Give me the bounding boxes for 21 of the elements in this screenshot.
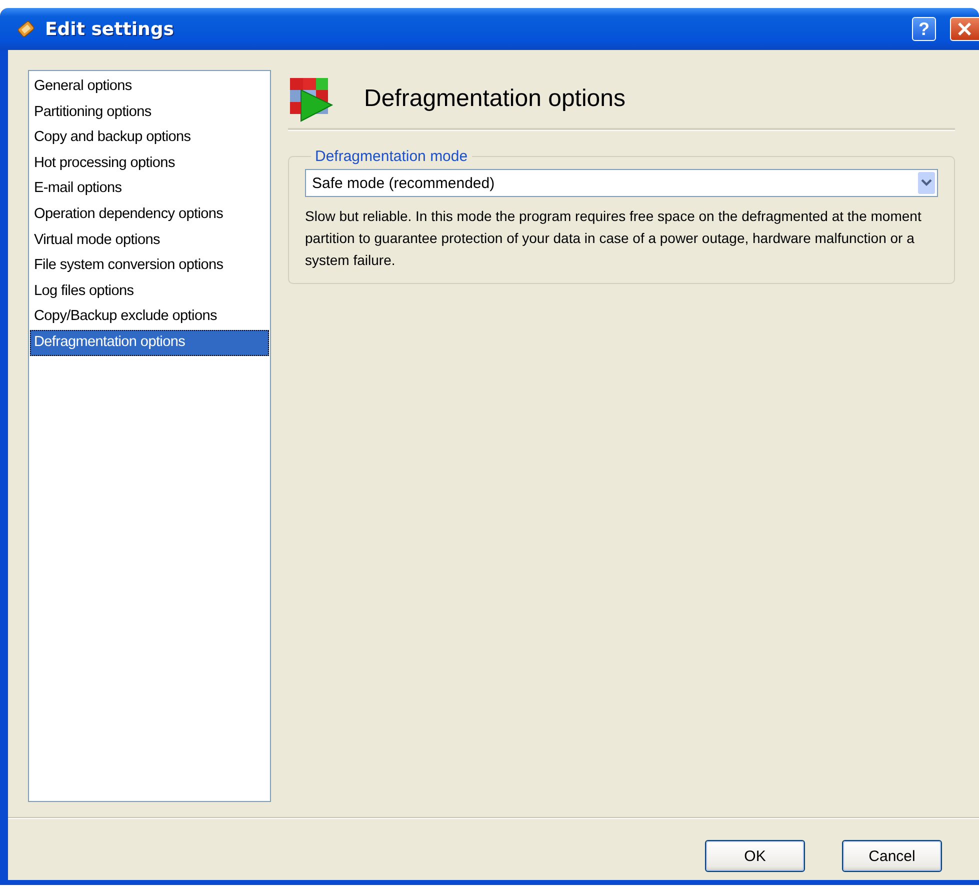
sidebar-item[interactable]: File system conversion options (30, 253, 269, 279)
mode-dropdown[interactable]: Safe mode (recommended) (305, 169, 938, 197)
page-title: Defragmentation options (364, 85, 626, 113)
defragment-icon (288, 76, 334, 122)
sidebar-item[interactable]: Virtual mode options (30, 228, 269, 254)
ok-button[interactable]: OK (705, 840, 805, 872)
sidebar-item[interactable]: Hot processing options (30, 150, 269, 176)
sidebar-item[interactable]: Log files options (30, 278, 269, 304)
cancel-button[interactable]: Cancel (842, 840, 942, 872)
close-icon[interactable] (950, 17, 979, 41)
window-title: Edit settings (45, 18, 175, 40)
sidebar-item[interactable]: Defragmentation options (30, 330, 269, 356)
mode-description: Slow but reliable. In this mode the program requires free space on the defragmented at the moment partition to guarantee protection of your data in case of a power outage, hardware malfunction or a system failure. (305, 207, 922, 270)
group-label: Defragmentation mode (314, 148, 469, 165)
sidebar-item[interactable]: Copy and backup options (30, 125, 269, 151)
sidebar-item[interactable]: General options (30, 74, 269, 100)
sidebar-item[interactable]: Partitioning options (30, 100, 269, 126)
chevron-down-icon[interactable] (918, 172, 935, 194)
sidebar-item[interactable]: Copy/Backup exclude options (30, 304, 269, 330)
sidebar-item[interactable]: Operation dependency options (30, 202, 269, 228)
sidebar-item[interactable]: E-mail options (30, 176, 269, 202)
